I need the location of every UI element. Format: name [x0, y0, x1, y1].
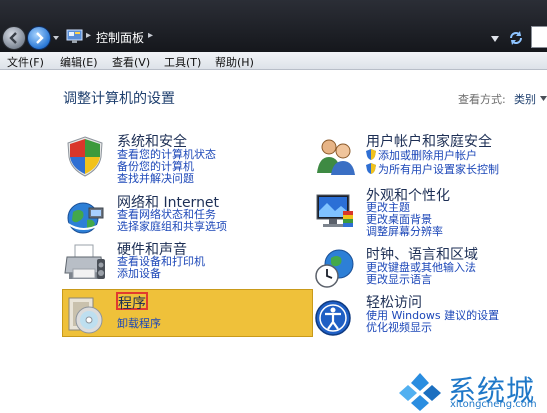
search-input[interactable] [531, 26, 547, 48]
title-bar: ▸ 控制面板 ▸ [0, 0, 547, 52]
address-dropdown-icon[interactable] [491, 36, 499, 42]
link-optimize-video[interactable]: 优化视频显示 [366, 322, 432, 334]
breadcrumb-separator-icon[interactable]: ▸ [148, 30, 153, 41]
arrow-right-icon [36, 32, 44, 44]
link-uninstall-program[interactable]: 卸载程序 [117, 318, 161, 330]
link-parental-controls[interactable]: 为所有用户设置家长控制 [366, 163, 499, 176]
link-adjust-resolution[interactable]: 调整屏幕分辨率 [366, 226, 443, 238]
back-button[interactable] [2, 26, 26, 50]
breadcrumb-control-panel[interactable]: 控制面板 [96, 29, 144, 46]
category-title-users[interactable]: 用户帐户和家庭安全 [366, 131, 492, 151]
view-by-dropdown-icon[interactable] [540, 96, 547, 101]
watermark: 系统城 xitongcheng.com [392, 369, 547, 413]
menu-edit[interactable]: 编辑(E) [60, 54, 98, 70]
monitor-icon [316, 194, 353, 227]
refresh-icon[interactable] [508, 30, 524, 46]
clock-globe-icon [315, 249, 354, 288]
ease-of-access-icon [315, 300, 351, 336]
menu-tools[interactable]: 工具(T) [164, 54, 201, 70]
link-add-device[interactable]: 添加设备 [117, 268, 161, 280]
shield-icon [67, 136, 103, 177]
forward-button[interactable] [27, 26, 51, 50]
uac-shield-icon [366, 163, 376, 174]
control-panel-icon [66, 29, 83, 43]
menu-file[interactable]: 文件(F) [7, 54, 44, 70]
link-parental-controls-label: 为所有用户设置家长控制 [378, 163, 499, 176]
link-find-fix-problems[interactable]: 查找并解决问题 [117, 173, 194, 185]
users-icon [317, 139, 355, 175]
link-add-remove-accounts[interactable]: 添加或删除用户帐户 [366, 149, 477, 162]
link-homegroup-sharing[interactable]: 选择家庭组和共享选项 [117, 221, 227, 233]
printer-icon [64, 244, 105, 279]
view-by-label: 查看方式: [458, 93, 506, 106]
arrow-left-icon [9, 32, 17, 44]
control-panel-content: 调整计算机的设置 查看方式: 类别 系统和安全 查看您的计算机状态 备份您的计算… [0, 71, 547, 413]
link-change-display-language[interactable]: 更改显示语言 [366, 274, 432, 286]
network-globe-icon [67, 202, 104, 234]
programs-disc-icon [68, 297, 103, 334]
link-add-remove-accounts-label: 添加或删除用户帐户 [378, 149, 477, 162]
watermark-url: xitongcheng.com [450, 399, 537, 410]
uac-shield-icon [366, 149, 376, 160]
xitongcheng-logo-icon [399, 373, 441, 411]
recent-pages-dropdown-icon[interactable] [52, 34, 60, 42]
menu-view[interactable]: 查看(V) [112, 54, 150, 70]
breadcrumb-separator-icon[interactable]: ▸ [86, 30, 91, 41]
category-title-programs[interactable]: 程序 [118, 293, 146, 313]
view-by-dropdown[interactable]: 类别 [514, 91, 536, 107]
page-title: 调整计算机的设置 [63, 91, 175, 107]
address-bar[interactable]: ▸ 控制面板 ▸ [64, 26, 484, 48]
menu-bar: 文件(F) 编辑(E) 查看(V) 工具(T) 帮助(H) [0, 52, 547, 70]
menu-help[interactable]: 帮助(H) [215, 54, 254, 70]
